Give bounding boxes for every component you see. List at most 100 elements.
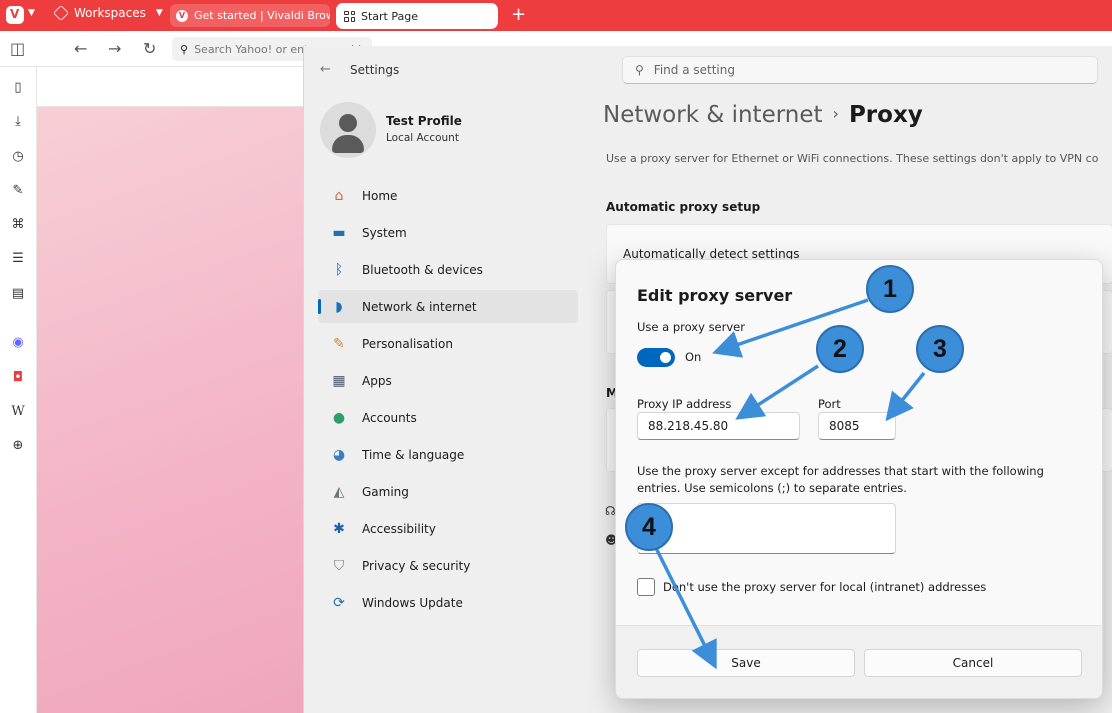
annotation-marker-1: 1 [866, 265, 914, 313]
vivaldi-menu-icon[interactable]: V [6, 6, 24, 24]
back-arrow-icon[interactable]: ← [320, 62, 331, 77]
forward-arrow-icon[interactable]: → [108, 39, 121, 58]
system-icon: ▬ [332, 224, 346, 241]
workspaces-label: Workspaces [74, 6, 146, 20]
nav-item-system[interactable]: ▬ System [318, 216, 578, 249]
start-page-header [37, 67, 303, 107]
nav-item-gaming[interactable]: ◭ Gaming [318, 475, 578, 508]
exceptions-input[interactable] [637, 503, 896, 554]
mastodon-icon[interactable]: ◉ [9, 334, 27, 352]
panel-toggle-icon[interactable]: ◫ [10, 39, 25, 58]
nav-item-privacy[interactable]: ⛉ Privacy & security [318, 549, 578, 582]
workspaces-icon [53, 5, 69, 21]
bookmarks-icon[interactable]: ▯ [9, 79, 27, 97]
nav-item-network[interactable]: ◗ Network & internet [318, 290, 578, 323]
profile-account-type: Local Account [386, 132, 459, 144]
browser-side-panel: ▯ ⤓ ◷ ✎ ⌘ ☰ ▤ ◉ ◘ W ⊕ [0, 67, 37, 713]
update-icon: ⟳ [333, 594, 345, 611]
search-icon: ⚲ [635, 63, 644, 77]
nav-label: Apps [362, 373, 392, 388]
annotation-marker-4: 4 [625, 503, 673, 551]
search-icon: ⚲ [180, 42, 189, 56]
downloads-icon[interactable]: ⤓ [9, 113, 27, 131]
history-icon[interactable]: ◷ [9, 148, 27, 166]
reading-list-icon[interactable]: ☰ [9, 250, 27, 268]
grid-icon [344, 10, 355, 22]
gamepad-icon: ◭ [333, 483, 345, 500]
nav-label: Gaming [362, 484, 409, 499]
page-title: Proxy [848, 102, 923, 128]
vivaldi-icon[interactable]: ◘ [9, 369, 27, 387]
tab-start-page[interactable]: Start Page [336, 3, 498, 29]
reader-icon[interactable]: ▤ [9, 285, 27, 303]
workspaces-button[interactable]: Workspaces ▼ [53, 5, 163, 21]
tab-label: Get started | Vivaldi Browser [194, 9, 330, 22]
use-proxy-label: Use a proxy server [637, 320, 745, 334]
breadcrumb-parent[interactable]: Network & internet [603, 102, 823, 128]
nav-item-accessibility[interactable]: ✱ Accessibility [318, 512, 578, 545]
tab-label: Start Page [361, 9, 418, 23]
nav-item-personalisation[interactable]: ✎ Personalisation [318, 327, 578, 360]
shield-icon: ⛉ [333, 557, 345, 574]
automatic-proxy-header: Automatic proxy setup [606, 200, 761, 214]
use-proxy-toggle[interactable] [637, 348, 675, 367]
save-button[interactable]: Save [637, 649, 855, 677]
port-label: Port [818, 397, 841, 411]
reload-icon[interactable]: ↻ [143, 39, 156, 58]
add-panel-icon[interactable]: ⊕ [9, 437, 27, 455]
edit-proxy-dialog: Edit proxy server Use a proxy server On … [615, 259, 1103, 699]
settings-nav: ⌂ Home ▬ System ᛒ Bluetooth & devices ◗ Netw… [318, 179, 578, 623]
notes-icon[interactable]: ✎ [9, 182, 27, 200]
local-addresses-label: Don't use the proxy server for local (in… [663, 580, 987, 594]
bluetooth-icon: ᛒ [334, 261, 344, 278]
nav-label: Network & internet [362, 299, 477, 314]
nav-label: Accessibility [362, 521, 436, 536]
nav-label: Windows Update [362, 595, 463, 610]
breadcrumb: Network & internet › Proxy [603, 102, 923, 128]
find-setting-input[interactable]: ⚲ Find a setting [622, 56, 1098, 84]
browser-tab-bar: V ▼ Workspaces ▼ V Get started | Vivaldi… [0, 0, 1112, 31]
dialog-title: Edit proxy server [637, 286, 793, 305]
profile-name: Test Profile [386, 114, 462, 128]
annotation-marker-3: 3 [916, 325, 964, 373]
port-input[interactable]: 8085 [818, 412, 896, 440]
breadcrumb-separator: › [832, 104, 839, 123]
vivaldi-favicon-icon: V [176, 9, 188, 22]
local-addresses-checkbox[interactable] [637, 578, 655, 596]
chevron-down-icon: ▼ [155, 8, 163, 18]
wifi-icon: ◗ [335, 298, 343, 315]
accounts-icon: ● [332, 409, 346, 426]
nav-label: Personalisation [362, 336, 453, 351]
nav-label: Time & language [362, 447, 465, 462]
nav-item-bluetooth[interactable]: ᛒ Bluetooth & devices [318, 253, 578, 286]
page-description: Use a proxy server for Ethernet or WiFi … [606, 152, 1099, 165]
avatar[interactable] [320, 102, 376, 158]
nav-item-home[interactable]: ⌂ Home [318, 179, 578, 212]
new-tab-button[interactable]: + [511, 4, 526, 25]
proxy-ip-input[interactable]: 88.218.45.80 [637, 412, 800, 440]
nav-item-apps[interactable]: ▦ Apps [318, 364, 578, 397]
nav-label: Accounts [362, 410, 417, 425]
chevron-down-icon[interactable]: ▼ [28, 8, 35, 18]
brush-icon: ✎ [333, 335, 345, 352]
nav-item-accounts[interactable]: ● Accounts [318, 401, 578, 434]
cancel-button[interactable]: Cancel [864, 649, 1082, 677]
nav-item-windows-update[interactable]: ⟳ Windows Update [318, 586, 578, 619]
apps-icon: ▦ [332, 372, 346, 389]
home-icon: ⌂ [334, 187, 344, 204]
find-setting-placeholder: Find a setting [653, 63, 735, 77]
toggle-state-label: On [685, 350, 702, 364]
nav-label: Home [362, 188, 398, 203]
nav-label: System [362, 225, 407, 240]
annotation-marker-2: 2 [816, 325, 864, 373]
accessibility-icon: ✱ [333, 520, 345, 537]
exceptions-description: Use the proxy server except for addresse… [637, 464, 1044, 495]
nav-item-time-language[interactable]: ◕ Time & language [318, 438, 578, 471]
back-arrow-icon[interactable]: ← [74, 39, 87, 58]
tab-get-started[interactable]: V Get started | Vivaldi Browser [170, 4, 330, 27]
settings-title: Settings [350, 63, 400, 77]
nav-label: Bluetooth & devices [362, 262, 483, 277]
wikipedia-icon[interactable]: W [9, 403, 27, 421]
translate-icon[interactable]: ⌘ [9, 216, 27, 234]
globe-icon: ◕ [332, 446, 346, 463]
